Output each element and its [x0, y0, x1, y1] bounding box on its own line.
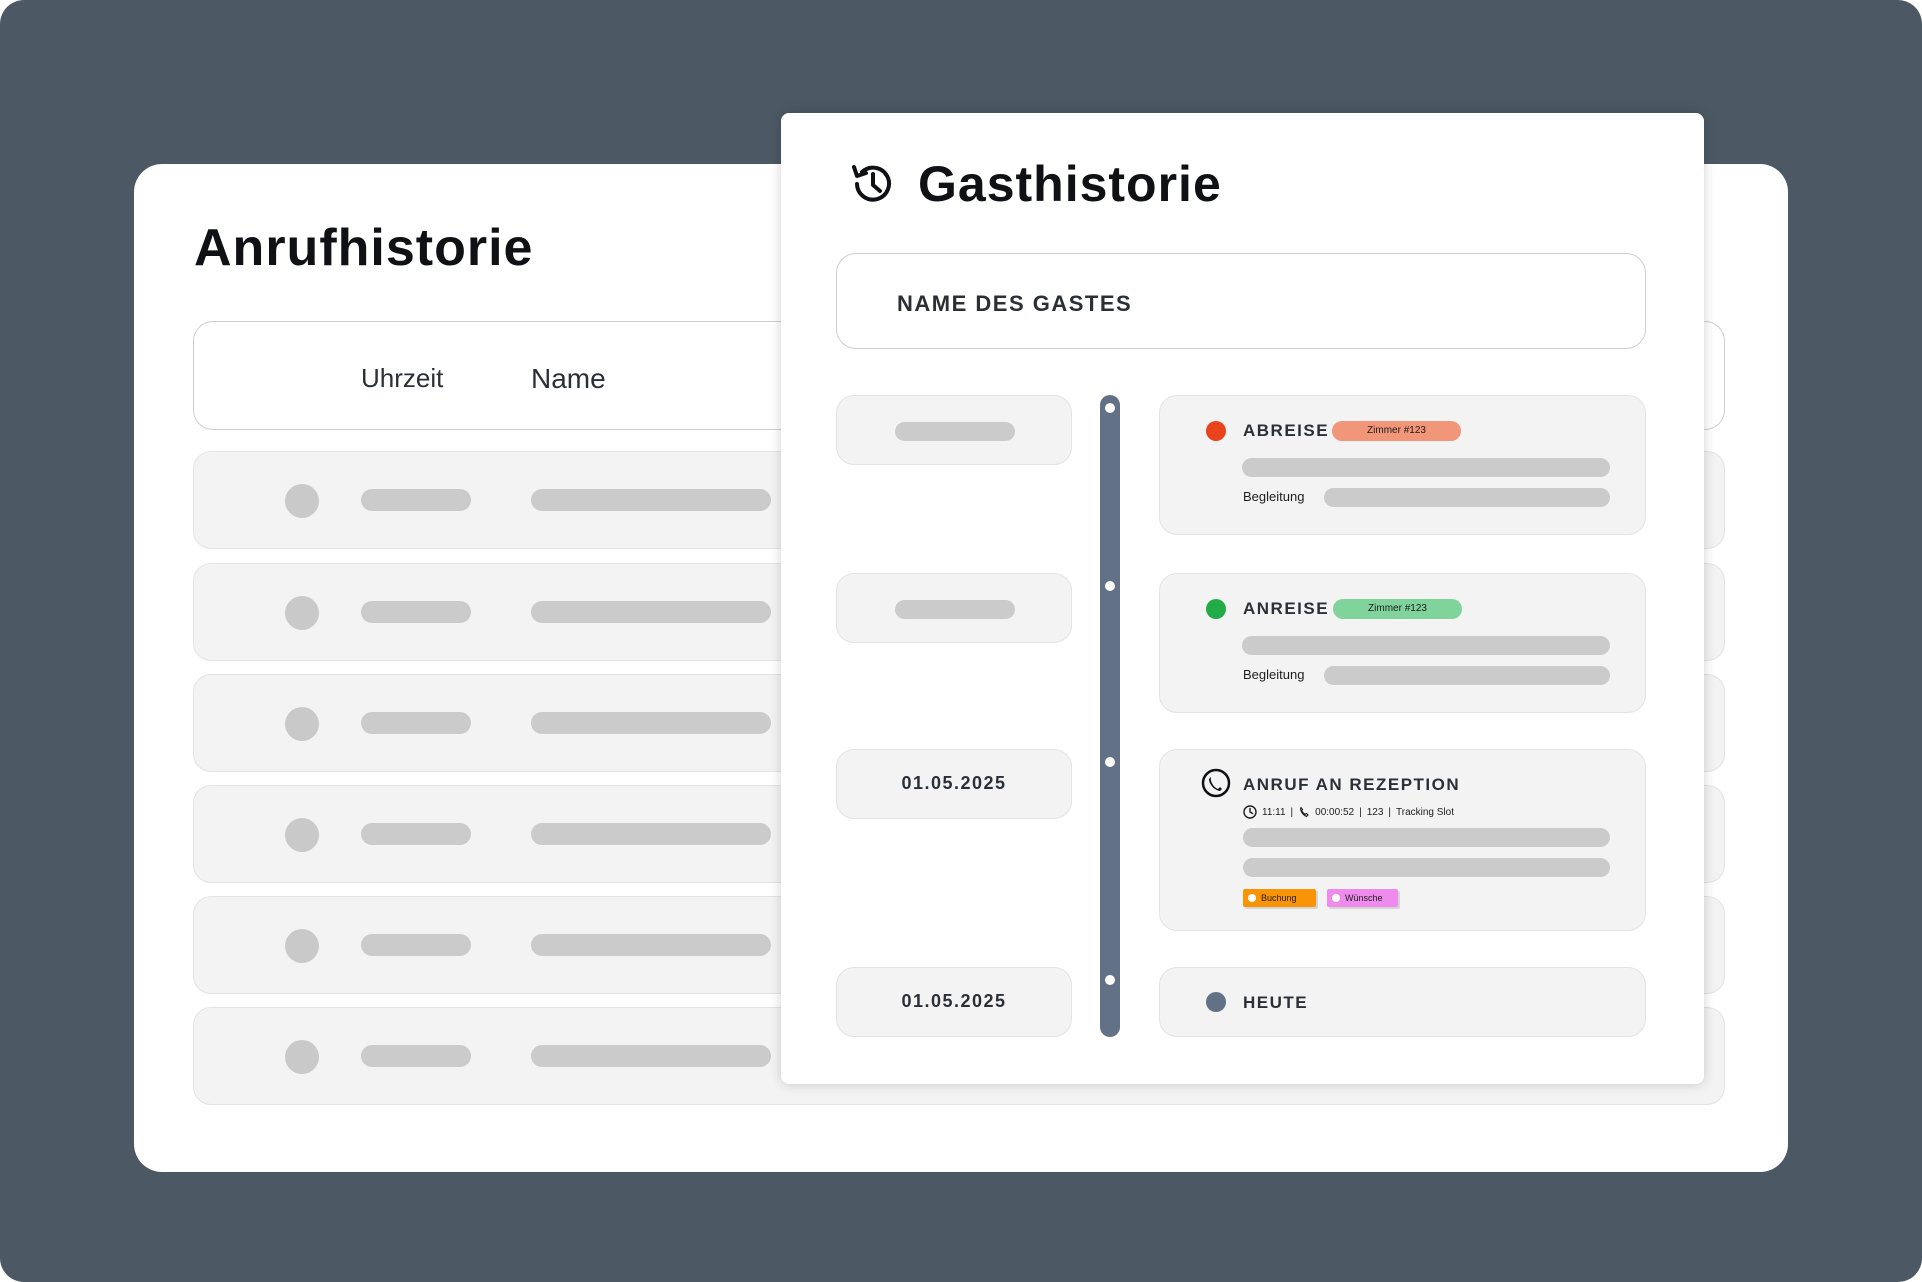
room-badge: Zimmer #123: [1333, 599, 1462, 619]
call-slot: Tracking Slot: [1396, 806, 1454, 818]
meta-separator: |: [1359, 806, 1362, 818]
time-placeholder: [361, 712, 471, 734]
name-placeholder: [531, 823, 771, 845]
timeline-track: [1100, 395, 1120, 1037]
date-placeholder: [895, 422, 1015, 441]
status-dot-departure: [1206, 421, 1226, 441]
event-title: HEUTE: [1243, 993, 1309, 1012]
date-text: 01.05.2025: [901, 773, 1007, 793]
event-arrival[interactable]: ANREISE Zimmer #123 Begleitung: [1159, 573, 1646, 713]
call-duration: 00:00:52: [1315, 806, 1355, 818]
meta-separator: |: [1290, 806, 1294, 818]
date-text: 01.05.2025: [901, 991, 1007, 1011]
text-placeholder: [1243, 828, 1610, 847]
companion-placeholder: [1324, 666, 1610, 685]
time-placeholder: [361, 1045, 471, 1067]
guest-history-card: Gasthistorie NAME DES GASTES 01.05.2025 …: [781, 113, 1704, 1084]
timeline-marker: [1105, 581, 1115, 591]
companion-label: Begleitung: [1243, 667, 1305, 682]
column-header-name[interactable]: Name: [531, 363, 606, 395]
phone-icon: [1201, 768, 1231, 798]
companion-placeholder: [1324, 488, 1610, 507]
call-history-title: Anrufhistorie: [194, 219, 534, 277]
date-placeholder: [895, 600, 1015, 619]
time-placeholder: [361, 934, 471, 956]
text-placeholder: [1243, 858, 1610, 877]
status-dot: [285, 1040, 319, 1074]
history-icon: [852, 165, 891, 202]
name-placeholder: [531, 601, 771, 623]
call-time: 11:11: [1262, 806, 1286, 818]
meta-separator: |: [1388, 806, 1391, 818]
guest-name-field[interactable]: NAME DES GASTES: [836, 253, 1646, 349]
time-placeholder: [361, 601, 471, 623]
guest-name-label: NAME DES GASTES: [897, 291, 1133, 316]
event-today[interactable]: HEUTE: [1159, 967, 1646, 1037]
event-title: ABREISE: [1243, 421, 1330, 440]
timeline-date: [836, 395, 1072, 465]
timeline-marker: [1105, 403, 1115, 413]
text-placeholder: [1242, 636, 1610, 655]
timeline-marker: [1105, 975, 1115, 985]
status-dot: [285, 596, 319, 630]
room-badge: Zimmer #123: [1332, 421, 1461, 441]
call-metadata: 11:11 | 00:00:52 | 123 | Tracking Slot: [1243, 804, 1454, 820]
companion-label: Begleitung: [1243, 489, 1305, 504]
event-title: ANRUF AN REZEPTION: [1243, 775, 1461, 794]
call-room-number: 123: [1366, 806, 1384, 818]
timeline-date: 01.05.2025: [836, 749, 1072, 819]
column-header-time[interactable]: Uhrzeit: [361, 363, 443, 394]
clock-icon: [1243, 805, 1257, 819]
text-placeholder: [1242, 458, 1610, 477]
status-dot-arrival: [1206, 599, 1226, 619]
tag-booking[interactable]: Buchung: [1243, 889, 1316, 907]
status-dot: [285, 484, 319, 518]
name-placeholder: [531, 712, 771, 734]
event-reception-call[interactable]: ANRUF AN REZEPTION 11:11 | 00:00:52 | 12…: [1159, 749, 1646, 931]
time-placeholder: [361, 489, 471, 511]
status-dot-today: [1206, 992, 1226, 1012]
status-dot: [285, 818, 319, 852]
timeline-date: [836, 573, 1072, 643]
event-departure[interactable]: ABREISE Zimmer #123 Begleitung: [1159, 395, 1646, 535]
status-dot: [285, 929, 319, 963]
name-placeholder: [531, 1045, 771, 1067]
timeline-marker: [1105, 757, 1115, 767]
guest-history-title: Gasthistorie: [918, 156, 1222, 212]
tag-wishes[interactable]: Wünsche: [1327, 889, 1398, 907]
name-placeholder: [531, 489, 771, 511]
name-placeholder: [531, 934, 771, 956]
event-title: ANREISE: [1243, 599, 1330, 618]
call-duration-icon: [1300, 806, 1309, 818]
status-dot: [285, 707, 319, 741]
timeline-date: 01.05.2025: [836, 967, 1072, 1037]
time-placeholder: [361, 823, 471, 845]
